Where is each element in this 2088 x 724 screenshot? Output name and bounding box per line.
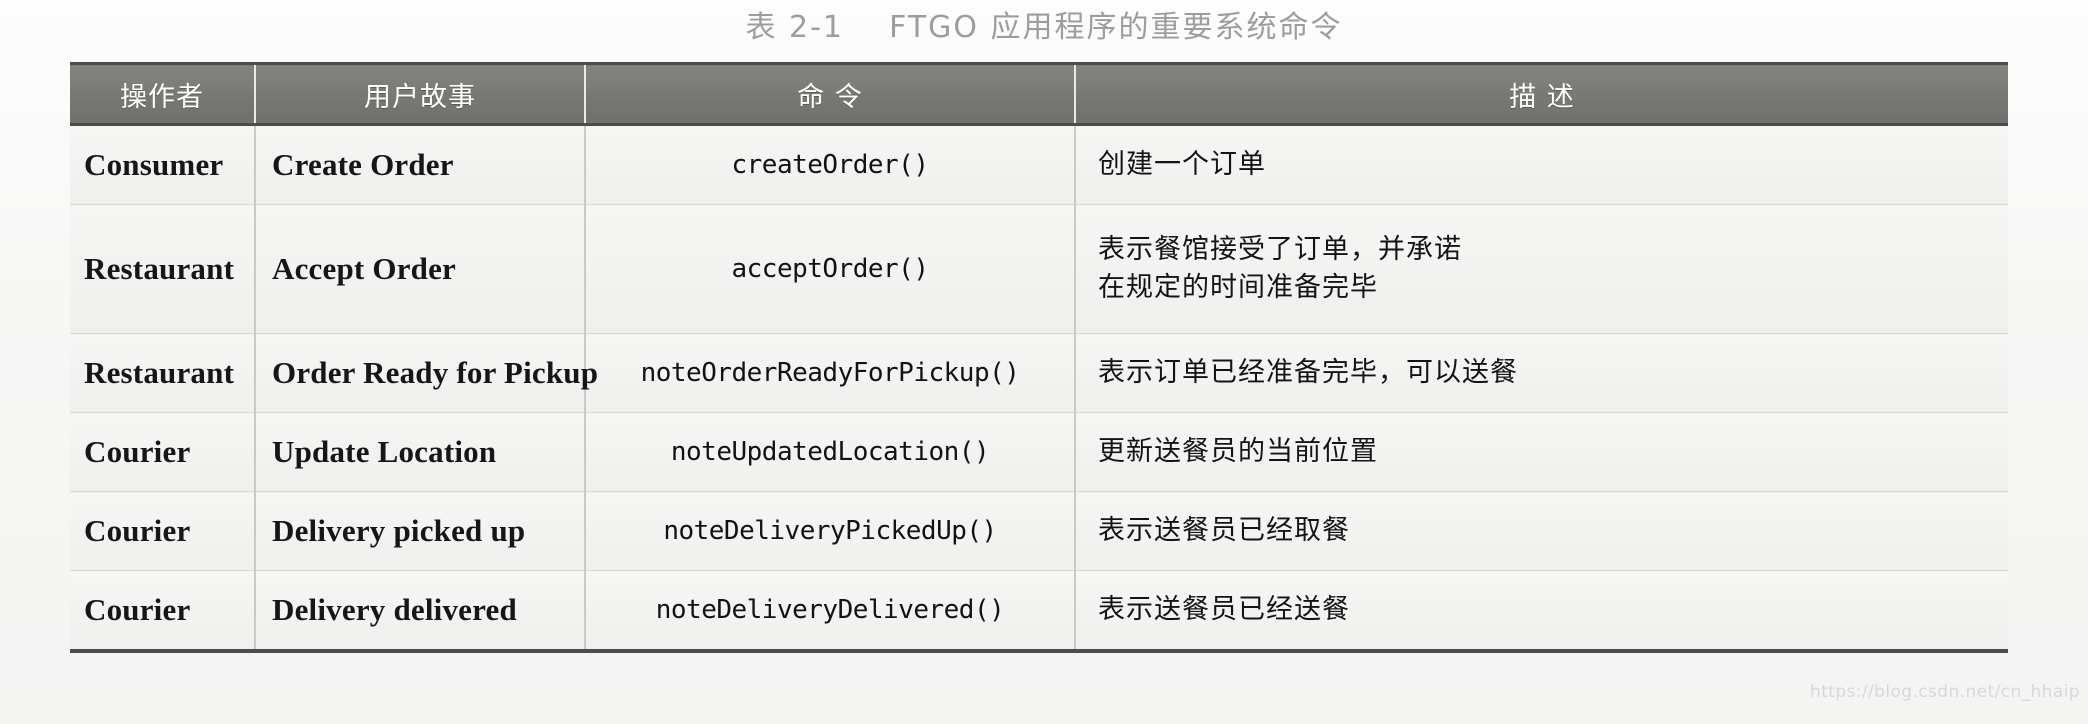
table-row: Restaurant Accept Order acceptOrder() 表示… — [70, 204, 2008, 334]
cell-actor: Consumer — [70, 124, 256, 205]
commands-table-container: 操作者 用户故事 命 令 描 述 Consumer Create Order c… — [70, 62, 2008, 649]
cell-user-story: Accept Order — [255, 204, 586, 334]
cell-description: 创建一个订单 — [1075, 124, 2008, 205]
cell-actor: Restaurant — [70, 333, 256, 413]
cell-user-story: Order Ready for Pickup — [255, 333, 598, 413]
cell-command: acceptOrder() — [585, 204, 1076, 334]
description-line: 在规定的时间准备完毕 — [1098, 272, 1378, 303]
cell-command: noteUpdatedLocation() — [585, 412, 1076, 492]
cell-command: createOrder() — [585, 124, 1076, 205]
watermark: https://blog.csdn.net/cn_hhaip — [1810, 682, 2080, 702]
cell-user-story: Delivery picked up — [255, 491, 586, 571]
caption-label: 表 2-1 — [745, 10, 844, 45]
cell-actor: Courier — [70, 570, 256, 649]
cell-description: 表示餐馆接受了订单，并承诺 在规定的时间准备完毕 — [1075, 204, 2008, 334]
column-header-command: 命 令 — [585, 62, 1076, 126]
cell-actor: Restaurant — [70, 204, 256, 334]
table-header-row: 操作者 用户故事 命 令 描 述 — [70, 62, 2008, 126]
caption-title: FTGO 应用程序的重要系统命令 — [889, 10, 1343, 45]
cell-command: noteDeliveryPickedUp() — [585, 491, 1076, 571]
cell-description: 表示送餐员已经取餐 — [1075, 491, 2008, 571]
table-row: Restaurant Order Ready for Pickup noteOr… — [70, 333, 2008, 413]
cell-description: 表示送餐员已经送餐 — [1075, 570, 2008, 649]
column-header-story: 用户故事 — [255, 62, 586, 126]
table-body: Consumer Create Order createOrder() 创建一个… — [70, 124, 2008, 649]
cell-actor: Courier — [70, 412, 256, 492]
table-row: Consumer Create Order createOrder() 创建一个… — [70, 124, 2008, 205]
cell-actor: Courier — [70, 491, 256, 571]
table-row: Courier Delivery delivered noteDeliveryD… — [70, 570, 2008, 649]
table-bottom-rule — [70, 649, 2008, 653]
table-caption: 表 2-1 FTGO 应用程序的重要系统命令 — [0, 2, 2088, 46]
cell-description: 更新送餐员的当前位置 — [1075, 412, 2008, 492]
column-header-actor: 操作者 — [70, 62, 256, 126]
description-line: 表示餐馆接受了订单，并承诺 — [1098, 233, 1462, 265]
table-row: Courier Update Location noteUpdatedLocat… — [70, 412, 2008, 492]
cell-user-story: Update Location — [255, 412, 586, 492]
table-row: Courier Delivery picked up noteDeliveryP… — [70, 491, 2008, 571]
cell-user-story: Delivery delivered — [255, 570, 586, 649]
cell-description: 表示订单已经准备完毕，可以送餐 — [1075, 333, 2008, 413]
cell-command: noteDeliveryDelivered() — [585, 570, 1076, 649]
table-header: 操作者 用户故事 命 令 描 述 — [70, 62, 2008, 126]
cell-command: noteOrderReadyForPickup() — [585, 333, 1076, 413]
commands-table: 操作者 用户故事 命 令 描 述 Consumer Create Order c… — [70, 62, 2008, 649]
cell-user-story: Create Order — [255, 124, 586, 205]
column-header-description: 描 述 — [1075, 62, 2008, 126]
